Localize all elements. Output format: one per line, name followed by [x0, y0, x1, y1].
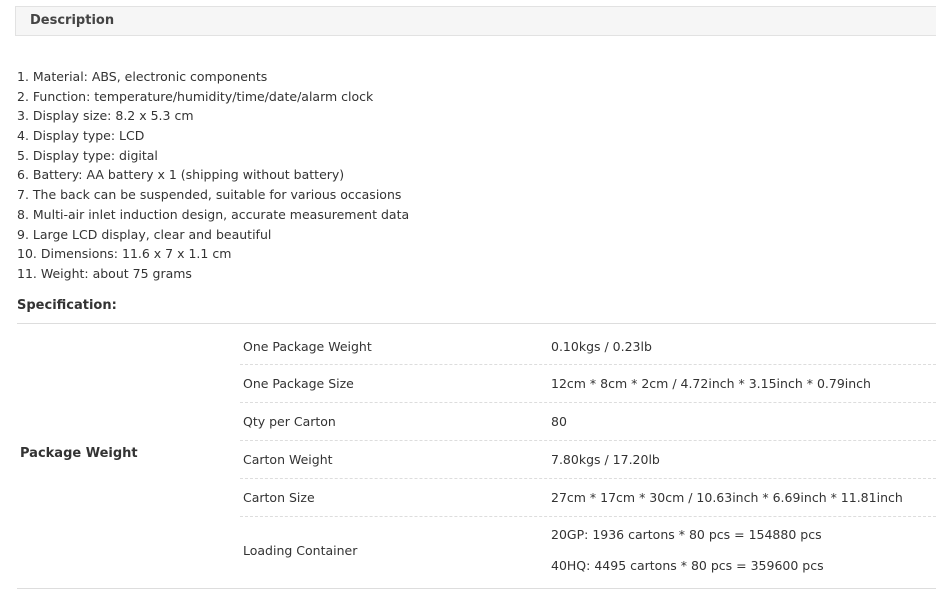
spec-value: 12cm * 8cm * 2cm / 4.72inch * 3.15inch *… [551, 376, 871, 391]
package-weight-group-label: Package Weight [20, 446, 138, 461]
spec-key: One Package Size [243, 376, 354, 391]
feature-item: 3. Display size: 8.2 x 5.3 cm [17, 108, 194, 124]
feature-item: 9. Large LCD display, clear and beautifu… [17, 226, 272, 242]
feature-item: 1. Material: ABS, electronic components [17, 69, 268, 84]
spec-row-carton-weight: Carton Weight 7.80kgs / 17.20lb [240, 441, 936, 479]
spec-key: Qty per Carton [243, 414, 336, 429]
description-tab-header[interactable]: Description [15, 6, 936, 36]
spec-value: 40HQ: 4495 cartons * 80 pcs = 359600 pcs [551, 558, 824, 573]
feature-item: 10. Dimensions: 11.6 x 7 x 1.1 cm [17, 246, 232, 262]
spec-key: Loading Container [243, 543, 358, 558]
feature-item: 2. Function: temperature/humidity/time/d… [17, 88, 374, 104]
spec-row-qty-per-carton: Qty per Carton 80 [240, 403, 936, 441]
feature-item: 6. Battery: AA battery x 1 (shipping wit… [17, 167, 345, 183]
feature-item: 11. Weight: about 75 grams [17, 265, 192, 281]
spec-value: 80 [551, 414, 567, 429]
spec-key: Carton Size [243, 490, 315, 505]
feature-item: 8. Multi-air inlet induction design, acc… [17, 206, 410, 222]
spec-value: 20GP: 1936 cartons * 80 pcs = 154880 pcs [551, 527, 822, 542]
spec-row-carton-size: Carton Size 27cm * 17cm * 30cm / 10.63in… [240, 479, 936, 517]
specification-table: Package Weight One Package Weight 0.10kg… [17, 323, 936, 589]
spec-key: One Package Weight [243, 339, 372, 354]
spec-row-loading-container: Loading Container 20GP: 1936 cartons * 8… [240, 517, 936, 589]
spec-value: 27cm * 17cm * 30cm / 10.63inch * 6.69inc… [551, 490, 903, 505]
feature-item: 5. Display type: digital [17, 147, 158, 163]
spec-key: Carton Weight [243, 452, 333, 467]
spec-value: 7.80kgs / 17.20lb [551, 452, 660, 467]
product-description-page: Description 1. Material: ABS, electronic… [0, 0, 936, 595]
specification-title: Specification: [17, 298, 117, 313]
spec-row-package-size: One Package Size 12cm * 8cm * 2cm / 4.72… [240, 365, 936, 403]
spec-value: 0.10kgs / 0.23lb [551, 339, 652, 354]
description-title: Description [30, 13, 115, 28]
feature-item: 7. The back can be suspended, suitable f… [17, 187, 402, 203]
spec-row-package-weight: One Package Weight 0.10kgs / 0.23lb [240, 327, 936, 365]
feature-list: 1. Material: ABS, electronic components … [17, 67, 409, 284]
feature-item: 4. Display type: LCD [17, 128, 145, 144]
